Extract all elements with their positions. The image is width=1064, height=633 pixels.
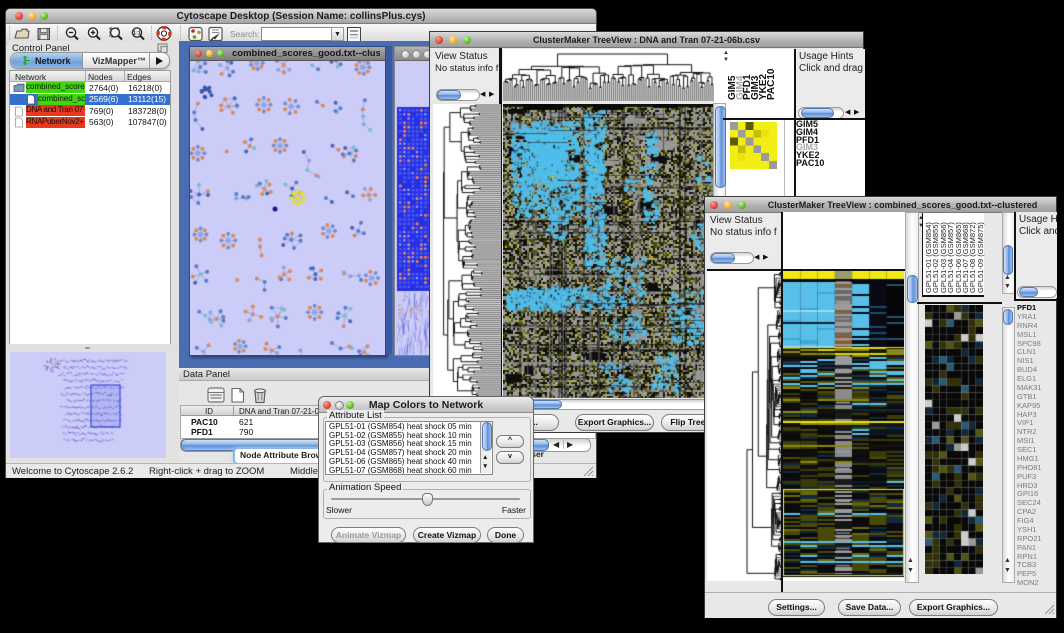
svg-text:1:1: 1:1 xyxy=(133,31,141,37)
